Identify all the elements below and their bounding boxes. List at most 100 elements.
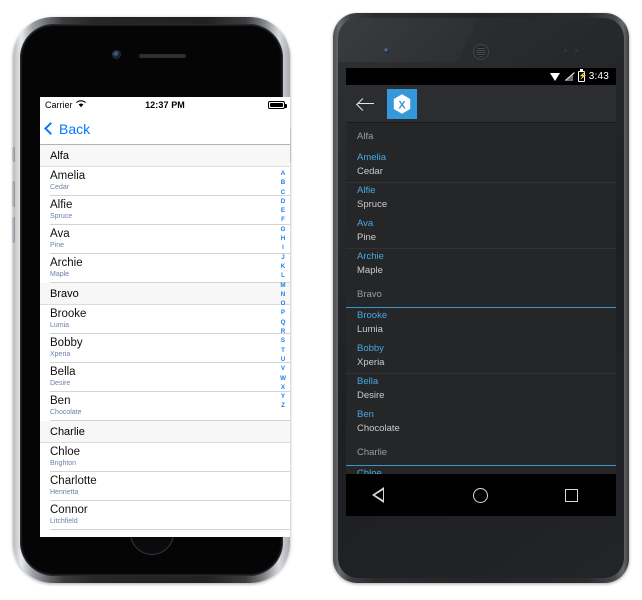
list-item[interactable]: Charlotte Henrietta <box>40 472 290 501</box>
index-letter[interactable]: T <box>281 346 285 355</box>
front-camera-icon <box>384 48 389 53</box>
list-item-name: Brooke <box>357 310 388 321</box>
list-item-detail: Spruce <box>50 213 73 220</box>
index-letter[interactable]: W <box>280 374 286 383</box>
index-letter[interactable]: Z <box>281 401 285 410</box>
list-item-name: Bella <box>357 376 379 387</box>
index-letter[interactable]: G <box>281 225 286 234</box>
list-item-detail: Pine <box>50 242 65 249</box>
list-item-name: Connor <box>50 504 88 516</box>
android-section-header-label: Charlie <box>357 446 388 458</box>
android-contact-list[interactable]: Alfa Amelia Cedar Alfie Spruce Ava Pine Archie M… <box>346 123 616 474</box>
proximity-sensors <box>564 49 582 53</box>
list-item[interactable]: Archie Maple <box>346 248 616 281</box>
index-letter[interactable]: A <box>281 169 285 178</box>
ios-status-bar: Carrier 12:37 PM <box>40 97 290 113</box>
list-item[interactable]: Ben Chocolate <box>346 406 616 439</box>
list-item-name: Charlotte <box>50 475 97 487</box>
iphone-mute-switch[interactable] <box>12 147 15 162</box>
wifi-icon <box>549 72 561 81</box>
list-item-detail: Pine <box>357 232 377 243</box>
index-letter[interactable]: K <box>281 262 285 271</box>
list-item[interactable]: Bobby Xperia <box>40 334 290 363</box>
index-letter[interactable]: H <box>281 234 285 243</box>
index-letter[interactable]: O <box>281 299 286 308</box>
list-item-name: Bobby <box>50 337 83 349</box>
index-letter[interactable]: Y <box>281 392 285 401</box>
index-letter[interactable]: U <box>281 355 285 364</box>
android-device: 3:43 X Alfa Amelia Cedar Alfie Spruce Ava Pine… <box>333 13 629 583</box>
list-item[interactable]: Alfie Spruce <box>40 196 290 225</box>
list-item-detail: Xperia <box>50 351 71 358</box>
list-item[interactable]: Ben Chocolate <box>40 392 290 421</box>
index-letter[interactable]: X <box>281 383 285 392</box>
index-letter[interactable]: L <box>281 271 285 280</box>
iphone-device: Carrier 12:37 PM Back Alfa Amelia Cedar … <box>12 17 291 583</box>
ios-alphabet-index[interactable]: ABCDEFGHIJKLMNOPQRSTUVWXYZ <box>277 169 289 411</box>
index-letter[interactable]: C <box>281 188 285 197</box>
xamarin-logo-icon: X <box>387 88 417 119</box>
index-letter[interactable]: N <box>281 290 285 299</box>
android-section-header-label: Bravo <box>357 288 382 300</box>
list-item-detail: Lumia <box>357 324 383 335</box>
list-item[interactable]: Brooke Lumia <box>40 305 290 334</box>
list-item[interactable]: Alfie Spruce <box>346 182 616 215</box>
ios-status-right <box>268 101 287 109</box>
list-item[interactable]: Ava Pine <box>346 215 616 248</box>
no-signal-icon <box>564 72 574 81</box>
index-letter[interactable]: V <box>281 364 285 373</box>
list-item-detail: Maple <box>50 271 70 278</box>
index-letter[interactable]: R <box>281 327 285 336</box>
index-letter[interactable]: B <box>281 178 285 187</box>
ios-screen: Carrier 12:37 PM Back Alfa Amelia Cedar … <box>40 97 290 537</box>
list-item[interactable]: Brooke Lumia <box>346 307 616 340</box>
iphone-volume-down-button[interactable] <box>12 217 15 243</box>
list-item[interactable]: Bella Desire <box>40 363 290 392</box>
list-item[interactable]: Amelia Cedar <box>346 149 616 182</box>
list-item-name: Archie <box>50 257 83 269</box>
back-button[interactable]: Back <box>44 120 91 137</box>
ios-clock: 12:37 PM <box>145 100 185 110</box>
index-letter[interactable]: I <box>282 243 284 252</box>
list-item-detail: Desire <box>357 390 385 401</box>
earpiece-speaker <box>139 54 186 58</box>
android-section-header: Bravo <box>346 281 616 307</box>
row-divider <box>346 182 616 183</box>
list-item[interactable]: Chloe Brighton <box>40 443 290 472</box>
index-letter[interactable]: J <box>281 253 284 262</box>
list-item-name: Brooke <box>50 308 87 320</box>
ios-navigation-bar: Back <box>40 113 290 145</box>
index-letter[interactable]: Q <box>281 318 286 327</box>
arrow-left-icon[interactable] <box>358 97 375 111</box>
list-item-detail: Litchfield <box>50 518 78 525</box>
list-item-name: Bella <box>50 366 76 378</box>
list-item-detail: Spruce <box>357 199 388 210</box>
ios-section-header-label: Bravo <box>50 287 79 300</box>
index-letter[interactable]: D <box>281 197 285 206</box>
list-item-detail: Brighton <box>50 460 77 467</box>
list-item[interactable]: Ava Pine <box>40 225 290 254</box>
ios-contact-list[interactable]: Alfa Amelia Cedar Alfie Spruce Ava Pine Archie M… <box>40 145 290 537</box>
ios-section-header: Alfa <box>40 145 290 167</box>
nav-recents-square-icon[interactable] <box>564 488 578 502</box>
index-letter[interactable]: S <box>281 336 285 345</box>
list-item[interactable]: Chloe <box>346 465 616 474</box>
list-item[interactable]: Amelia Cedar <box>40 167 290 196</box>
nav-home-circle-icon[interactable] <box>472 487 488 503</box>
row-divider <box>346 248 616 249</box>
index-letter[interactable]: P <box>281 308 285 317</box>
index-letter[interactable]: E <box>281 206 285 215</box>
highlight-divider <box>346 307 616 308</box>
iphone-volume-up-button[interactable] <box>12 181 15 207</box>
index-letter[interactable]: M <box>280 281 285 290</box>
nav-back-triangle-icon[interactable] <box>372 487 396 503</box>
index-letter[interactable]: F <box>281 215 285 224</box>
list-item-name: Alfie <box>50 199 73 211</box>
list-item[interactable]: Connor Litchfield <box>40 501 290 530</box>
list-item[interactable]: Bobby Xperia <box>346 340 616 373</box>
list-item[interactable]: Bella Desire <box>346 373 616 406</box>
back-button-label: Back <box>59 120 91 137</box>
list-item-detail: Desire <box>50 380 71 387</box>
list-item-name: Bobby <box>357 343 384 354</box>
list-item[interactable]: Archie Maple <box>40 254 290 283</box>
